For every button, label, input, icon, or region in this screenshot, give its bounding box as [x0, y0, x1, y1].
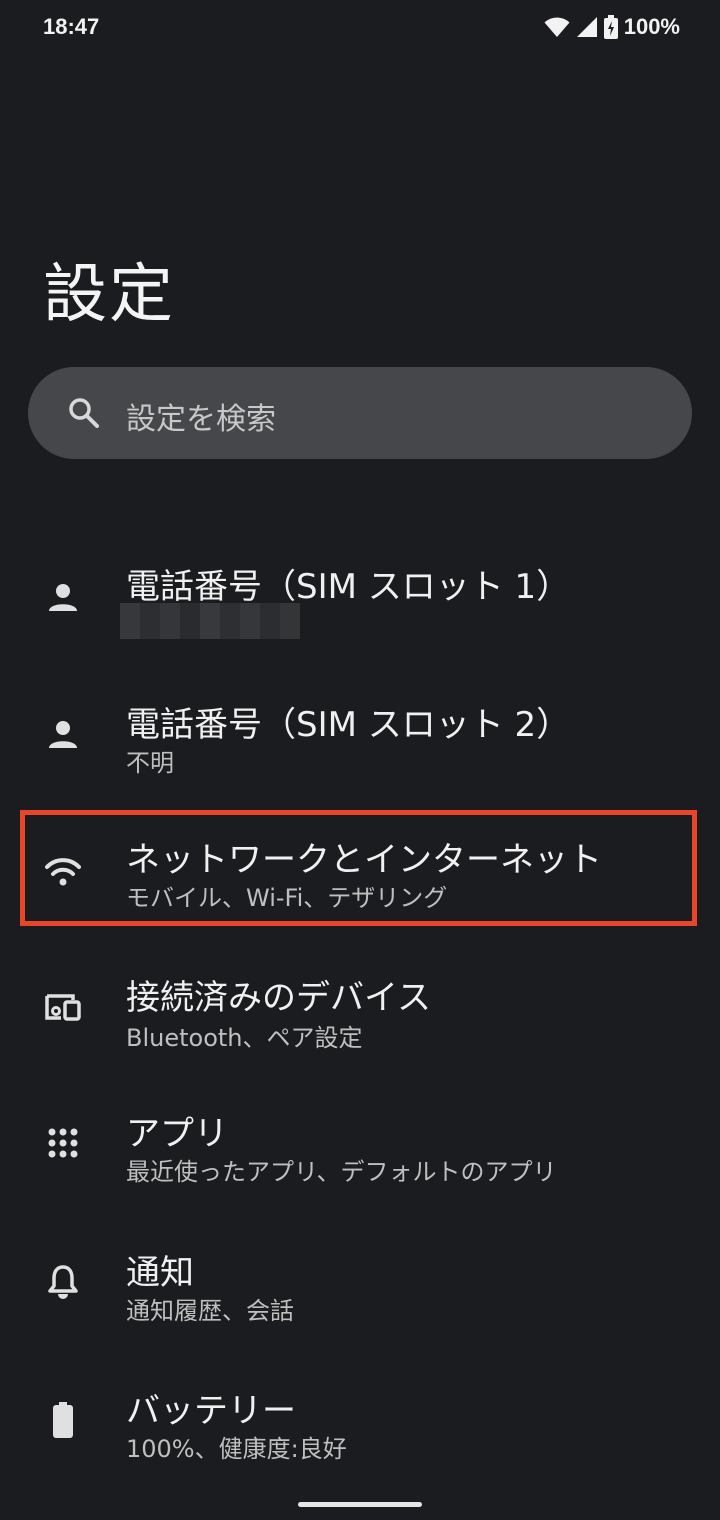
battery-icon [38, 1395, 88, 1445]
status-icons: 100% [544, 14, 680, 40]
setting-item-subtitle: 不明 [126, 749, 174, 777]
setting-item-title: アプリ [126, 1114, 228, 1154]
masked-phone-number [120, 603, 300, 639]
setting-item-apps[interactable]: アプリ 最近使ったアプリ、デフォルトのアプリ [0, 1098, 720, 1228]
setting-item-title: ネットワークとインターネット [126, 840, 602, 880]
person-icon [38, 709, 88, 759]
search-placeholder: 設定を検索 [126, 402, 276, 437]
status-time: 18:47 [43, 14, 100, 39]
setting-item-title: 電話番号（SIM スロット 2） [126, 705, 571, 745]
setting-item-subtitle: Bluetooth、ペア設定 [126, 1024, 363, 1052]
setting-item-subtitle: 100%、健康度:良好 [126, 1435, 347, 1463]
connected-devices-icon [38, 982, 88, 1032]
battery-charging-icon [603, 15, 618, 39]
wifi-icon [544, 17, 570, 37]
wifi-icon [38, 847, 88, 897]
search-bar[interactable]: 設定を検索 [28, 367, 692, 459]
setting-item-title: 通知 [126, 1253, 194, 1293]
apps-grid-icon [38, 1118, 88, 1168]
setting-item-title: 接続済みのデバイス [126, 978, 431, 1018]
search-icon [69, 398, 99, 428]
person-icon [38, 572, 88, 622]
setting-item-battery[interactable]: バッテリー 100%、健康度:良好 [0, 1375, 720, 1505]
setting-item-subtitle: 通知履歴、会話 [126, 1297, 294, 1325]
setting-item-title: 電話番号（SIM スロット 1） [126, 567, 571, 607]
setting-item-title: バッテリー [126, 1391, 296, 1431]
status-bar: 18:47 100% [0, 0, 720, 60]
setting-item-connected-devices[interactable]: 接続済みのデバイス Bluetooth、ペア設定 [0, 960, 720, 1090]
cellular-signal-icon [576, 17, 597, 37]
battery-percentage: 100% [623, 14, 680, 39]
bell-icon [38, 1257, 88, 1307]
setting-item-network-internet[interactable]: ネットワークとインターネット モバイル、Wi-Fi、テザリング [0, 822, 720, 952]
setting-item-subtitle: 最近使ったアプリ、デフォルトのアプリ [126, 1158, 557, 1186]
setting-item-notifications[interactable]: 通知 通知履歴、会話 [0, 1237, 720, 1367]
gesture-navigation-handle[interactable] [298, 1502, 422, 1507]
setting-item-subtitle: モバイル、Wi-Fi、テザリング [126, 884, 448, 912]
page-title: 設定 [43, 258, 175, 332]
setting-item-sim2-phone-number[interactable]: 電話番号（SIM スロット 2） 不明 [0, 683, 720, 813]
setting-item-sim1-phone-number[interactable]: 電話番号（SIM スロット 1） [0, 545, 720, 675]
